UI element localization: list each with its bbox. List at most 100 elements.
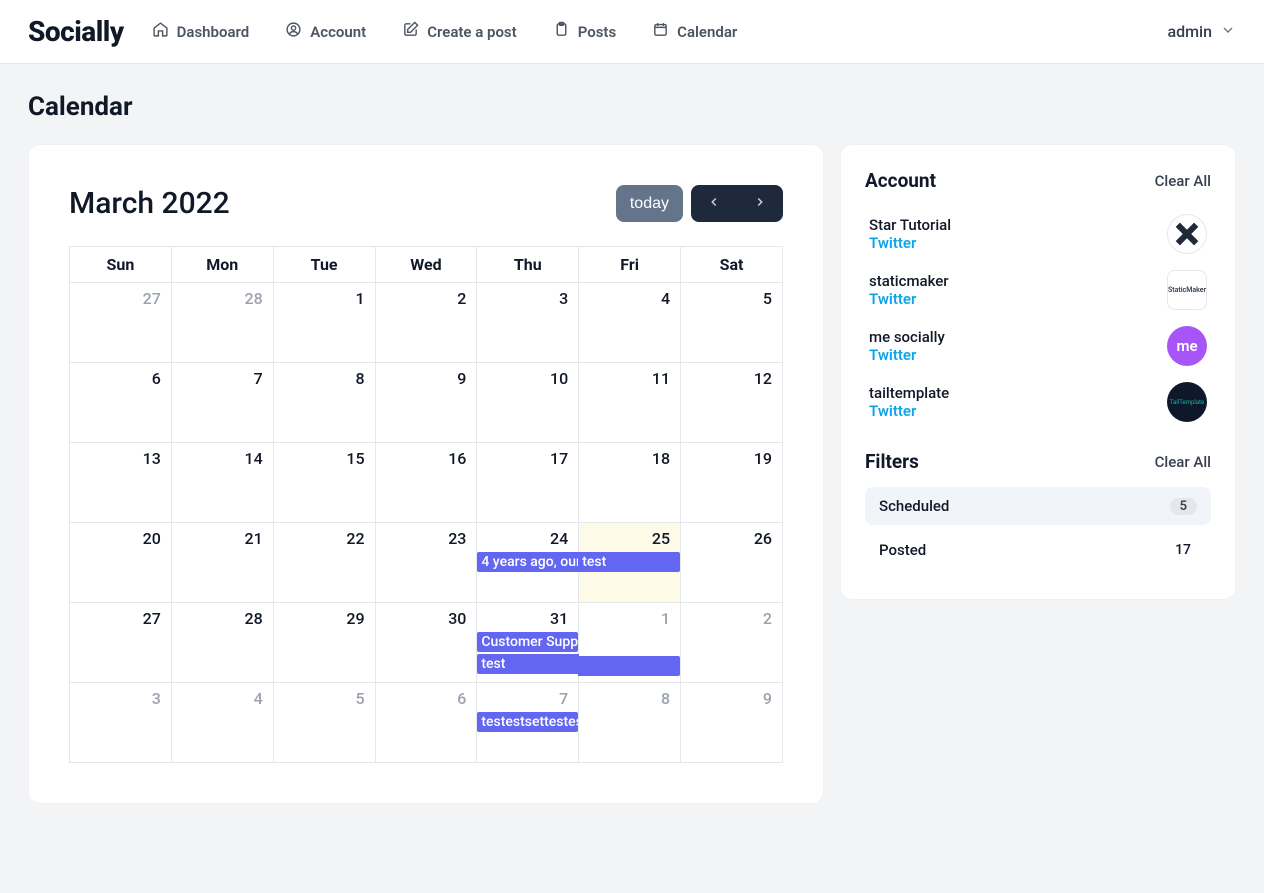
nav-label: Calendar (677, 23, 737, 41)
calendar-dow-header: Fri (579, 247, 681, 283)
next-month-button[interactable] (737, 185, 783, 222)
calendar-day-cell[interactable]: 14 (171, 443, 273, 523)
calendar-day-number: 7 (477, 683, 578, 708)
calendar-day-number: 16 (376, 443, 477, 468)
calendar-day-cell[interactable]: 30 (375, 603, 477, 683)
nav-dashboard[interactable]: Dashboard (152, 21, 250, 42)
calendar-day-cell[interactable]: 9 (375, 363, 477, 443)
calendar-day-number: 6 (70, 363, 171, 388)
calendar-day-cell[interactable]: 9 (681, 683, 783, 763)
edit-icon (402, 21, 419, 42)
calendar-day-cell[interactable]: 244 years ago, our team came together (477, 523, 579, 603)
calendar-day-cell[interactable]: 22 (273, 523, 375, 603)
calendar-day-cell[interactable]: 5 (681, 283, 783, 363)
calendar-event[interactable]: 4 years ago, our team came together (477, 552, 579, 572)
calendar-day-cell[interactable]: 13 (70, 443, 172, 523)
clear-filters-button[interactable]: Clear All (1155, 453, 1211, 471)
account-name: me socially (869, 328, 945, 346)
calendar-day-number: 13 (70, 443, 171, 468)
calendar-day-cell[interactable]: 17 (477, 443, 579, 523)
calendar-day-cell[interactable]: 20 (70, 523, 172, 603)
calendar-day-cell[interactable]: 19 (681, 443, 783, 523)
calendar-day-cell[interactable]: 1 (273, 283, 375, 363)
calendar-day-number: 14 (172, 443, 273, 468)
calendar-day-cell[interactable]: 15 (273, 443, 375, 523)
calendar-day-cell[interactable]: 23 (375, 523, 477, 603)
calendar-day-number: 7 (172, 363, 273, 388)
calendar-day-cell[interactable]: 29 (273, 603, 375, 683)
calendar-day-cell[interactable]: 3 (70, 683, 172, 763)
account-row[interactable]: me sociallyTwitterme (865, 318, 1211, 374)
calendar-day-number: 11 (579, 363, 680, 388)
account-row[interactable]: tailtemplateTwitterTailTemplate (865, 374, 1211, 430)
account-avatar: TailTemplate (1167, 382, 1207, 422)
calendar-day-cell[interactable]: 21 (171, 523, 273, 603)
calendar-day-cell[interactable]: 25test (579, 523, 681, 603)
calendar-dow-header: Sat (681, 247, 783, 283)
nav-posts[interactable]: Posts (553, 21, 616, 42)
calendar-day-number: 2 (376, 283, 477, 308)
calendar-day-cell[interactable]: 6 (70, 363, 172, 443)
calendar-day-cell[interactable]: 7 testestsettestest (477, 683, 579, 763)
calendar-day-cell[interactable]: 2 (375, 283, 477, 363)
calendar-day-number: 27 (70, 603, 171, 628)
nav-label: Posts (578, 23, 616, 41)
calendar-day-number: 31 (477, 603, 578, 628)
calendar-day-cell[interactable]: 31 Customer Support is keytest (477, 603, 579, 683)
account-avatar: me (1167, 326, 1207, 366)
calendar-day-cell[interactable]: 11 (579, 363, 681, 443)
filter-row[interactable]: Scheduled5 (865, 487, 1211, 525)
calendar-day-cell[interactable]: 4 (579, 283, 681, 363)
calendar-day-cell[interactable]: 1cont (579, 603, 681, 683)
calendar-day-cell[interactable]: 28 (171, 603, 273, 683)
account-row[interactable]: staticmakerTwitterStaticMaker (865, 262, 1211, 318)
chevron-down-icon (1220, 22, 1236, 42)
calendar-event[interactable]: Customer Support is key (477, 632, 578, 652)
calendar-day-number: 4 (579, 283, 680, 308)
chevron-left-icon (707, 195, 721, 212)
prev-month-button[interactable] (691, 185, 737, 222)
account-avatar: StaticMaker (1167, 270, 1207, 310)
calendar-day-cell[interactable]: 28 (171, 283, 273, 363)
calendar-day-cell[interactable]: 7 (171, 363, 273, 443)
nav-create-post[interactable]: Create a post (402, 21, 517, 42)
calendar-event[interactable]: cont (578, 656, 680, 676)
calendar-day-cell[interactable]: 3 (477, 283, 579, 363)
calendar-day-cell[interactable]: 5 (273, 683, 375, 763)
calendar-day-cell[interactable]: 2 (681, 603, 783, 683)
calendar-day-cell[interactable]: 16 (375, 443, 477, 523)
clear-accounts-button[interactable]: Clear All (1155, 172, 1211, 190)
calendar-event[interactable]: test (477, 654, 579, 674)
calendar-day-number: 26 (681, 523, 782, 548)
filter-row[interactable]: Posted17 (865, 531, 1211, 569)
calendar-day-cell[interactable]: 27 (70, 603, 172, 683)
filter-count: 17 (1175, 542, 1197, 558)
user-menu[interactable]: admin (1167, 22, 1236, 42)
today-button[interactable]: today (616, 185, 683, 222)
account-row[interactable]: Star TutorialTwitter (865, 206, 1211, 262)
main-nav: Dashboard Account Create a post Posts Ca… (152, 21, 738, 42)
calendar-day-cell[interactable]: 26 (681, 523, 783, 603)
calendar-day-cell[interactable]: 8 (579, 683, 681, 763)
calendar-day-number: 30 (376, 603, 477, 628)
calendar-day-number: 20 (70, 523, 171, 548)
nav-account[interactable]: Account (285, 21, 366, 42)
calendar-day-cell[interactable]: 10 (477, 363, 579, 443)
calendar-day-number: 8 (579, 683, 680, 708)
calendar-day-number: 5 (274, 683, 375, 708)
nav-calendar[interactable]: Calendar (652, 21, 737, 42)
calendar-event[interactable]: test (578, 552, 680, 572)
calendar-day-cell[interactable]: 8 (273, 363, 375, 443)
calendar-day-cell[interactable]: 6 (375, 683, 477, 763)
calendar-day-cell[interactable]: 4 (171, 683, 273, 763)
calendar-dow-header: Tue (273, 247, 375, 283)
app-logo[interactable]: Socially (28, 15, 124, 48)
calendar-day-number: 9 (681, 683, 782, 708)
calendar-event[interactable]: testestsettestest (477, 712, 578, 732)
calendar-day-cell[interactable]: 27 (70, 283, 172, 363)
calendar-day-number: 27 (70, 283, 171, 308)
calendar-day-cell[interactable]: 18 (579, 443, 681, 523)
calendar-day-number: 18 (579, 443, 680, 468)
calendar-day-cell[interactable]: 12 (681, 363, 783, 443)
calendar-day-number: 12 (681, 363, 782, 388)
